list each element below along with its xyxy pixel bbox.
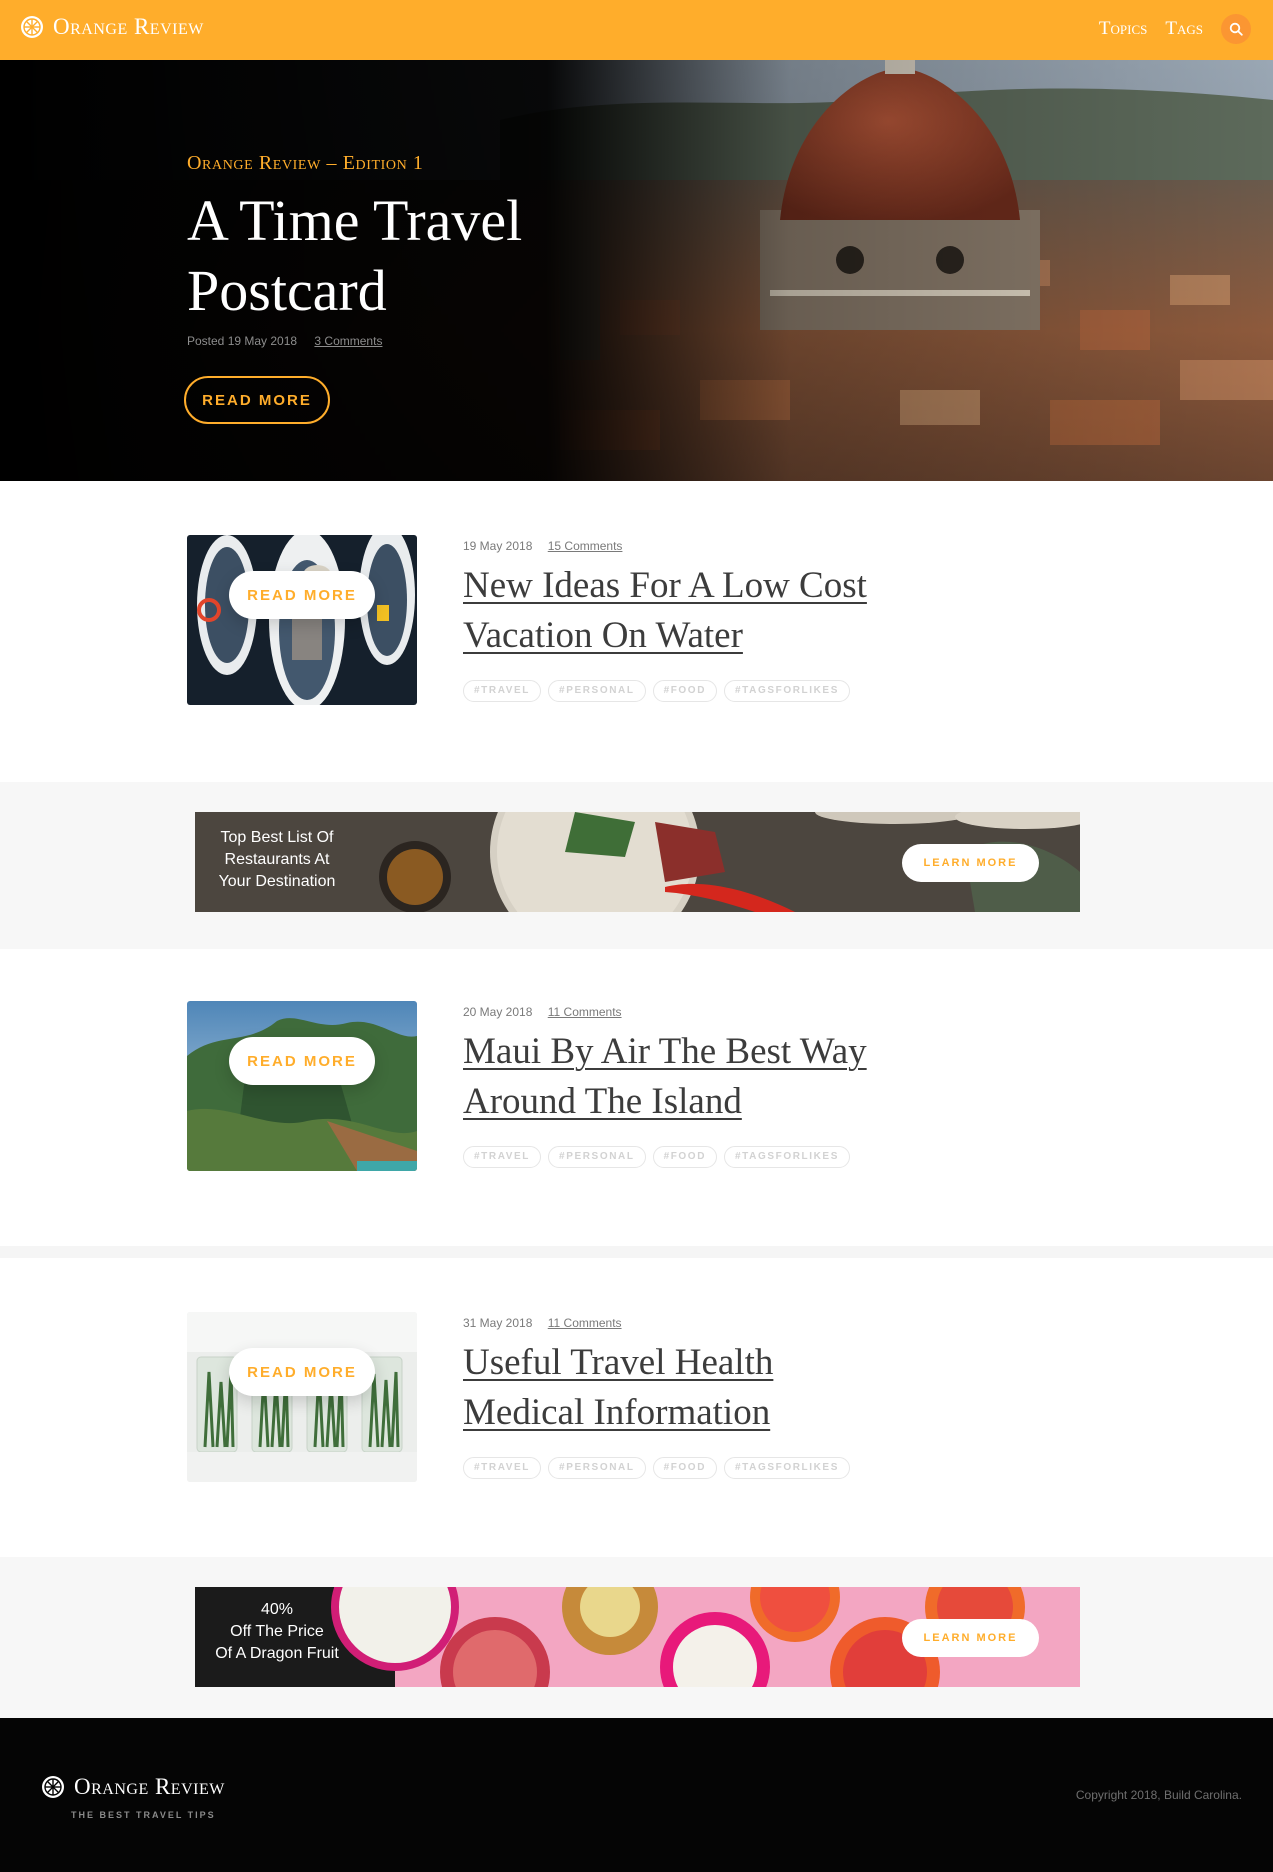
ad-learn-more-button[interactable]: LEARN MORE [902, 1619, 1039, 1657]
post-card: READ MORE 20 May 2018 11 Comments Maui B… [0, 949, 1273, 1246]
ad-text: Top Best List Of Restaurants At Your Des… [218, 829, 336, 890]
top-navbar: Orange Review Topics Tags [0, 0, 1273, 60]
tag-tagsforlikes[interactable]: #TAGSFORLIKES [724, 1457, 850, 1479]
section-divider [0, 1246, 1273, 1258]
ad-section: 40% Off The Price Of A Dragon Fruit LEAR… [0, 1557, 1273, 1718]
post-read-more-button[interactable]: READ MORE [229, 1037, 375, 1085]
tag-personal[interactable]: #PERSONAL [548, 1457, 646, 1479]
tag-travel[interactable]: #TRAVEL [463, 1146, 542, 1168]
tag-food[interactable]: #FOOD [652, 1457, 718, 1479]
search-button[interactable] [1221, 14, 1251, 44]
hero-read-more-button[interactable]: READ MORE [184, 376, 330, 424]
post-comments-link[interactable]: 11 Comments [548, 1316, 622, 1330]
post-date: 19 May 2018 [463, 539, 533, 553]
post-read-more-button[interactable]: READ MORE [229, 571, 375, 619]
hero-section: Orange Review – Edition 1 A Time Travel … [0, 60, 1273, 481]
tag-food[interactable]: #FOOD [652, 680, 718, 702]
post-thumbnail[interactable] [187, 1001, 417, 1171]
post-meta: 19 May 2018 15 Comments [463, 539, 622, 553]
tag-food[interactable]: #FOOD [652, 1146, 718, 1168]
tag-tagsforlikes[interactable]: #TAGSFORLIKES [724, 1146, 850, 1168]
footer-tagline: THE BEST TRAVEL TIPS [71, 1810, 216, 1820]
post-meta: 20 May 2018 11 Comments [463, 1005, 622, 1019]
orange-slice-icon [21, 16, 43, 38]
brand-name: Orange Review [53, 14, 204, 39]
post-date: 31 May 2018 [463, 1316, 533, 1330]
post-tags: #TRAVEL #PERSONAL #FOOD #TAGSFORLIKES [463, 680, 857, 702]
ad-text-line: 40% [260, 1601, 294, 1618]
ad-section: Top Best List Of Restaurants At Your Des… [0, 782, 1273, 949]
tag-travel[interactable]: #TRAVEL [463, 1457, 542, 1479]
post-card: READ MORE 19 May 2018 15 Comments New Id… [0, 481, 1273, 782]
tag-personal[interactable]: #PERSONAL [548, 680, 646, 702]
tag-personal[interactable]: #PERSONAL [548, 1146, 646, 1168]
post-tags: #TRAVEL #PERSONAL #FOOD #TAGSFORLIKES [463, 1146, 857, 1168]
post-image-boats [187, 535, 417, 705]
post-image-maui-mountains [187, 1001, 417, 1171]
post-read-more-button[interactable]: READ MORE [229, 1348, 375, 1396]
post-tags: #TRAVEL #PERSONAL #FOOD #TAGSFORLIKES [463, 1457, 857, 1479]
nav-tags-link[interactable]: Tags [1165, 14, 1203, 44]
ad-learn-more-button[interactable]: LEARN MORE [902, 844, 1039, 882]
post-card: READ MORE 31 May 2018 11 Comments Useful… [0, 1258, 1273, 1557]
hero-comments-link[interactable]: 3 Comments [314, 334, 382, 348]
ad-text-line: Of A Dragon Fruit [215, 1645, 339, 1662]
post-date: 20 May 2018 [463, 1005, 533, 1019]
tag-tagsforlikes[interactable]: #TAGSFORLIKES [724, 680, 850, 702]
footer: Orange Review THE BEST TRAVEL TIPS Copyr… [0, 1718, 1273, 1872]
post-image-plant-jars [187, 1312, 417, 1482]
post-meta: 31 May 2018 11 Comments [463, 1316, 622, 1330]
nav-topics-link[interactable]: Topics [1099, 14, 1147, 44]
search-icon [1229, 22, 1243, 36]
post-thumbnail[interactable] [187, 535, 417, 705]
main-nav: Topics Tags [1099, 14, 1251, 44]
footer-brand-name: Orange Review [74, 1774, 225, 1799]
post-thumbnail[interactable] [187, 1312, 417, 1482]
ad-text-line: Off The Price [230, 1623, 324, 1640]
footer-brand-link[interactable]: Orange Review [41, 1774, 225, 1800]
ad-text: 40% Off The Price Of A Dragon Fruit [213, 1599, 341, 1665]
hero-title[interactable]: A Time Travel Postcard [187, 186, 617, 326]
post-title[interactable]: Useful Travel Health Medical Information [463, 1338, 883, 1438]
post-title[interactable]: Maui By Air The Best Way Around The Isla… [463, 1027, 883, 1127]
footer-copyright: Copyright 2018, Build Carolina. [1075, 1788, 1242, 1802]
hero-meta: Posted 19 May 2018 3 Comments [187, 334, 382, 348]
post-comments-link[interactable]: 15 Comments [548, 539, 623, 553]
ad-banner-restaurants[interactable]: Top Best List Of Restaurants At Your Des… [195, 812, 1080, 912]
tag-travel[interactable]: #TRAVEL [463, 680, 542, 702]
hero-posted-date: Posted 19 May 2018 [187, 334, 298, 348]
orange-slice-icon [42, 1776, 64, 1798]
ad-banner-dragon-fruit[interactable]: 40% Off The Price Of A Dragon Fruit LEAR… [195, 1587, 1080, 1687]
post-title[interactable]: New Ideas For A Low Cost Vacation On Wat… [463, 561, 883, 661]
hero-edition-label: Orange Review – Edition 1 [187, 152, 424, 174]
brand-home-link[interactable]: Orange Review [20, 14, 204, 40]
post-comments-link[interactable]: 11 Comments [548, 1005, 622, 1019]
